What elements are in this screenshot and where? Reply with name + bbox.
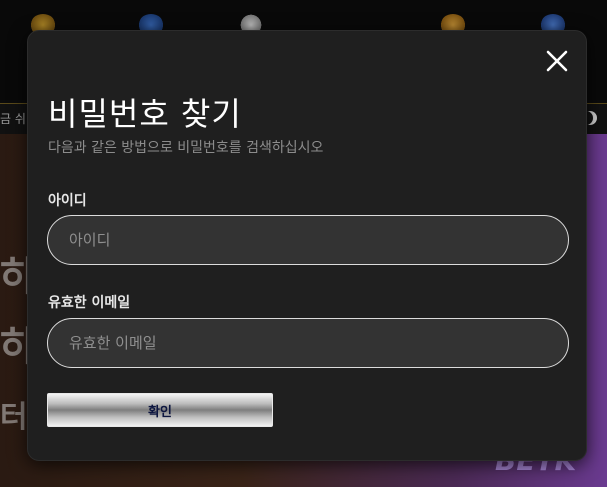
close-icon xyxy=(546,50,568,72)
submit-button[interactable]: 확인 xyxy=(47,393,273,427)
modal-title: 비밀번호 찾기 xyxy=(48,95,242,133)
background-ticker-text: 금 쉬 xyxy=(0,112,26,126)
email-input[interactable] xyxy=(47,318,569,368)
find-password-modal: 비밀번호 찾기 다음과 같은 방법으로 비밀번호를 검색하십시오 아이디 유효한… xyxy=(27,30,587,461)
close-button[interactable] xyxy=(545,49,569,73)
modal-subtitle: 다음과 같은 방법으로 비밀번호를 검색하십시오 xyxy=(48,140,324,156)
username-label: 아이디 xyxy=(48,193,87,209)
username-input[interactable] xyxy=(47,215,569,265)
email-label: 유효한 이메일 xyxy=(48,295,131,311)
